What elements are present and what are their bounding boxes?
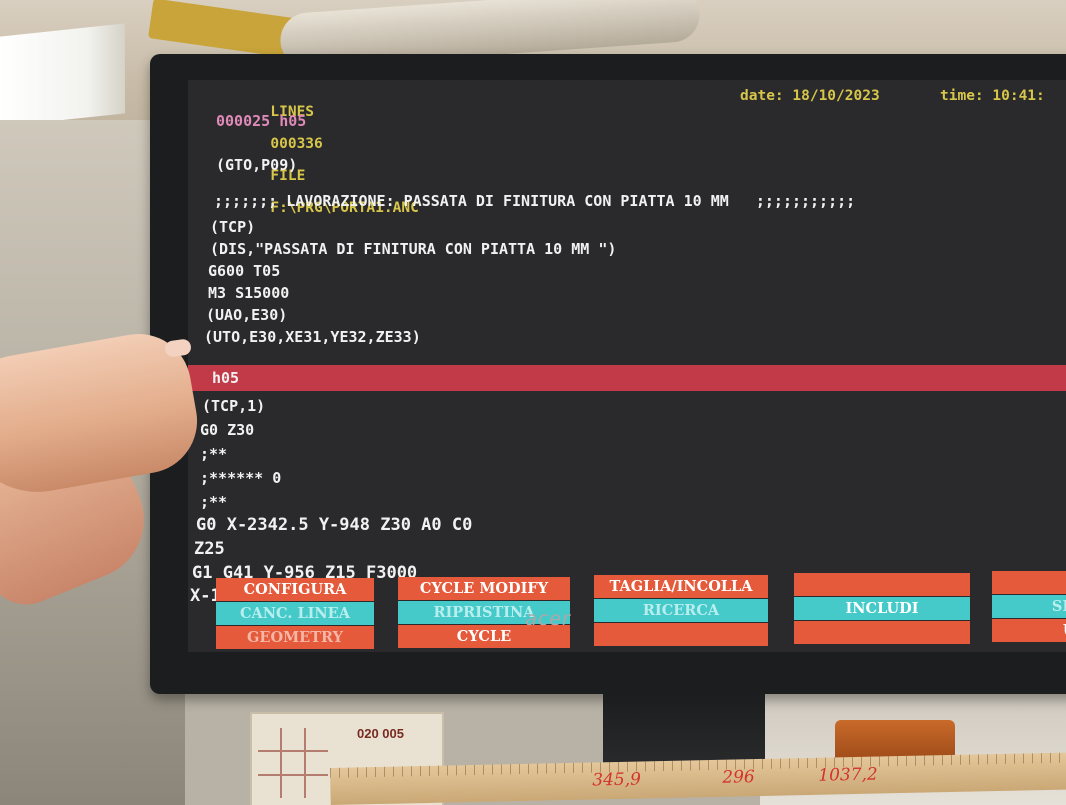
softkey-col4-empty-2[interactable]	[794, 621, 970, 644]
program-line[interactable]: ;****** 0	[200, 467, 281, 489]
ruler-note-3: 1037,2	[818, 764, 878, 786]
time-value: 10:41:	[992, 88, 1045, 104]
program-line[interactable]: (GTO,P09)	[216, 154, 297, 176]
program-line[interactable]: ;**	[200, 443, 227, 465]
program-line-current[interactable]: h05	[212, 367, 239, 389]
program-listing[interactable]: 000025 h05 (GTO,P09) ;;;;;;; LAVORAZIONE…	[188, 110, 1066, 606]
photo-scene: 020 005 LINES 000336 FILE F:\PRG\PORTA1.…	[0, 0, 1066, 805]
time-label: time:	[940, 88, 984, 104]
softkey-canc-linea[interactable]: CANC. LINEA	[216, 602, 374, 625]
background-window	[0, 23, 125, 127]
time-display: time: 10:41:	[940, 88, 1045, 104]
date-display: date: 18/10/2023	[740, 88, 880, 104]
status-header: LINES 000336 FILE F:\PRG\PORTA1.ANC date…	[218, 88, 1066, 216]
program-line[interactable]: G600 T05	[208, 260, 280, 282]
softkey-includi[interactable]: INCLUDI	[794, 597, 970, 620]
program-line[interactable]: 000025 h05	[216, 110, 306, 132]
box-label: 020 005	[357, 726, 404, 741]
cnc-screen: LINES 000336 FILE F:\PRG\PORTA1.ANC date…	[188, 80, 1066, 652]
program-line[interactable]: (TCP,1)	[202, 395, 265, 417]
ruler-note-2: 296	[722, 767, 755, 788]
program-line[interactable]: (UAO,E30)	[206, 304, 287, 326]
program-line[interactable]: ;;;;;;; LAVORAZIONE: PASSATA DI FINITURA…	[214, 190, 855, 212]
program-line[interactable]: (UTO,E30,XE31,YE32,ZE33)	[204, 326, 421, 348]
program-line[interactable]: (DIS,"PASSATA DI FINITURA CON PIATTA 10 …	[210, 238, 616, 260]
program-line[interactable]: M3 S15000	[208, 282, 289, 304]
box-instruction-grid	[258, 728, 328, 798]
softkey-geometry[interactable]: GEOMETRY	[216, 626, 374, 649]
ruler-note-1: 345,9	[592, 769, 642, 791]
program-line[interactable]: G0 X-2342.5 Y-948 Z30 A0 C0	[196, 514, 472, 536]
program-line[interactable]: ;**	[200, 491, 227, 513]
softkey-ricerca[interactable]: RICERCA	[594, 599, 768, 622]
program-line[interactable]: Z25	[194, 538, 225, 560]
date-value: 18/10/2023	[792, 88, 880, 104]
softkey-seq[interactable]: SEQ	[992, 595, 1066, 618]
softkey-taglia-incolla[interactable]: TAGLIA/INCOLLA	[594, 575, 768, 598]
program-line[interactable]: G0 Z30	[200, 419, 254, 441]
softkey-cycle-modify[interactable]: CYCLE MODIFY	[398, 577, 570, 600]
softkey-bar: CONFIGURA CANC. LINEA GEOMETRY CYCLE MOD…	[188, 571, 1066, 652]
softkey-col3-empty[interactable]	[594, 623, 768, 646]
monitor-brand-logo: acer	[525, 608, 571, 630]
current-line-highlight	[188, 365, 1066, 391]
softkey-us[interactable]: US	[992, 619, 1066, 642]
date-label: date:	[740, 88, 784, 104]
softkey-col4-empty[interactable]	[794, 573, 970, 596]
softkey-ai[interactable]: AI	[992, 571, 1066, 594]
program-line[interactable]: (TCP)	[210, 216, 255, 238]
softkey-configura[interactable]: CONFIGURA	[216, 578, 374, 601]
